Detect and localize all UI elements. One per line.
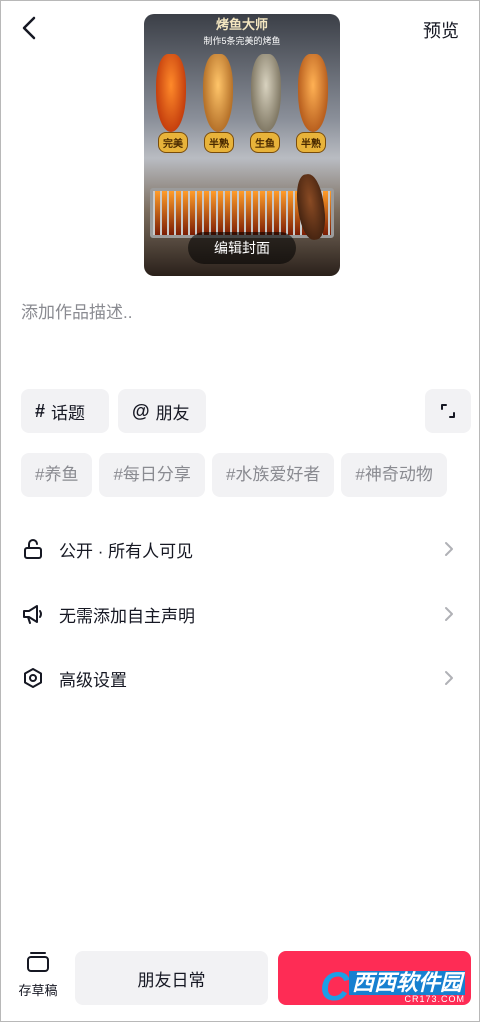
bottom-action-bar: 存草稿 朋友日常 发作品 C 西西软件园 CR173.COM	[1, 941, 479, 1021]
description-input[interactable]: 添加作品描述..	[21, 298, 132, 323]
doneness-tag: 半熟	[296, 132, 326, 153]
expand-editor-button[interactable]	[425, 389, 471, 433]
video-cover[interactable]: 烤鱼大师 制作5条完美的烤鱼 完美 半熟 生鱼 半熟 编辑封面	[144, 14, 340, 276]
cover-game-title: 烤鱼大师	[215, 17, 268, 32]
chevron-right-icon	[445, 671, 453, 685]
watermark-main: 西西软件园	[348, 970, 465, 995]
hashtag-chip[interactable]: #每日分享	[99, 453, 205, 497]
fish-image	[250, 54, 281, 132]
friend-label: 朋友	[155, 403, 190, 423]
hashtag-chip[interactable]: #水族爱好者	[211, 453, 335, 497]
save-draft-label: 存草稿	[18, 983, 58, 998]
cover-game-subtitle: 制作5条完美的烤鱼	[203, 36, 281, 46]
watermark-sub: CR173.COM	[404, 993, 465, 1004]
at-icon: @	[132, 400, 150, 421]
hash-icon: #	[35, 400, 46, 421]
doneness-tag: 半熟	[204, 132, 234, 153]
suggested-hashtags: #养鱼 #每日分享 #水族爱好者 #神奇动物	[21, 453, 479, 497]
friend-daily-button[interactable]: 朋友日常	[75, 951, 268, 1005]
doneness-tag: 完美	[158, 132, 188, 153]
drafts-box-icon	[27, 952, 49, 972]
watermark-logo: C	[320, 965, 349, 1009]
topic-label: 话题	[51, 403, 86, 423]
fish-image	[156, 54, 186, 132]
chevron-right-icon	[445, 542, 453, 556]
chevron-right-icon	[445, 607, 453, 621]
hashtag-chip[interactable]: #神奇动物	[341, 453, 447, 497]
hashtag-chip[interactable]: #养鱼	[21, 453, 93, 497]
fish-image	[203, 54, 234, 132]
advanced-setting-row[interactable]: 高级设置	[1, 650, 479, 706]
mention-friend-button[interactable]: @ 朋友	[118, 389, 206, 433]
unlock-icon	[21, 537, 45, 561]
fish-image	[297, 54, 328, 132]
statement-setting-row[interactable]: 无需添加自主声明	[1, 586, 479, 642]
edit-cover-button[interactable]: 编辑封面	[188, 232, 296, 264]
back-button[interactable]	[15, 13, 45, 43]
privacy-setting-row[interactable]: 公开 · 所有人可见	[1, 521, 479, 577]
megaphone-icon	[21, 602, 45, 626]
hexagon-settings-icon	[21, 666, 45, 690]
site-watermark: C 西西软件园 CR173.COM	[320, 967, 465, 1007]
chevron-left-icon	[22, 16, 36, 40]
statement-label: 无需添加自主声明	[59, 606, 195, 626]
privacy-label: 公开 · 所有人可见	[59, 541, 194, 561]
topic-button[interactable]: # 话题	[21, 389, 109, 433]
doneness-tags: 完美 半熟 生鱼 半熟	[158, 132, 326, 153]
advanced-label: 高级设置	[59, 670, 127, 690]
expand-icon	[441, 404, 455, 418]
save-draft-button[interactable]: 存草稿	[13, 951, 63, 999]
cover-fish-row	[156, 54, 328, 132]
doneness-tag: 生鱼	[250, 132, 280, 153]
preview-button[interactable]: 预览	[423, 17, 459, 43]
